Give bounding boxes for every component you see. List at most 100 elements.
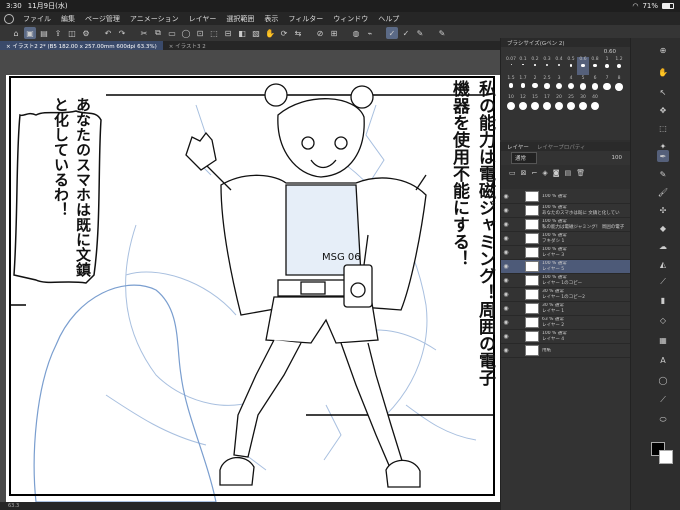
layer-row[interactable]: ◉ 100 % 通常 フキダシ 1 <box>501 232 631 246</box>
brush-size-option[interactable]: 3 <box>553 76 565 94</box>
text-tool-icon[interactable]: A <box>657 354 669 366</box>
brush-size-option[interactable]: 30 <box>577 95 589 113</box>
invert-icon[interactable]: ◧ <box>236 27 248 39</box>
brush-size-option[interactable]: 7 <box>601 76 613 94</box>
redo-icon[interactable]: ↷ <box>116 27 128 39</box>
mask-icon[interactable]: ◙ <box>553 169 560 185</box>
brush-size-option[interactable]: 1 <box>601 57 613 75</box>
paste-icon[interactable]: ▭ <box>166 27 178 39</box>
frame-icon[interactable]: ▦ <box>657 334 669 346</box>
selection-icon[interactable]: ⬚ <box>208 27 220 39</box>
stabilizer-icon[interactable]: ◍ <box>350 27 362 39</box>
menu-layer[interactable]: レイヤー <box>184 14 222 24</box>
brush-size-option[interactable]: 0.6 <box>577 57 589 75</box>
brush-size-option[interactable]: 1.7 <box>517 76 529 94</box>
visibility-eye-icon[interactable]: ◉ <box>501 221 511 228</box>
brush-size-option[interactable]: 25 <box>565 95 577 113</box>
layer-panel-title[interactable]: レイヤー <box>507 143 529 151</box>
snap-grid-icon[interactable]: ⊞ <box>328 27 340 39</box>
ref-icon[interactable]: ◈ <box>542 169 547 185</box>
brush-size-option[interactable]: 1.2 <box>613 57 625 75</box>
layer-row[interactable]: ◉ 100 % 通常 あなたのスマホは既に 文鎮と化してい <box>501 204 631 218</box>
brush-size-option[interactable]: 8 <box>613 76 625 94</box>
brush-size-option[interactable]: 0.5 <box>565 57 577 75</box>
brush-size-option[interactable]: 20 <box>553 95 565 113</box>
menu-edit[interactable]: 編集 <box>56 14 80 24</box>
flip-icon[interactable]: ⇆ <box>292 27 304 39</box>
visibility-eye-icon[interactable]: ◉ <box>501 235 511 242</box>
airbrush-icon[interactable]: ✣ <box>657 204 669 216</box>
layer-row[interactable]: ◉ 100 % 通常 レイヤー 3 <box>501 246 631 260</box>
color-swatch[interactable] <box>651 442 673 464</box>
brush-size-option[interactable]: 1.5 <box>505 76 517 94</box>
gradient-icon[interactable]: ▮ <box>657 294 669 306</box>
eraser-mode-icon[interactable]: ✎ <box>436 27 448 39</box>
figure-icon[interactable]: ⬭ <box>657 414 669 426</box>
operation-icon[interactable]: ↖ <box>657 86 669 98</box>
visibility-eye-icon[interactable]: ◉ <box>501 291 511 298</box>
brush-size-option[interactable]: 0.3 <box>541 57 553 75</box>
fill-icon[interactable]: ▧ <box>250 27 262 39</box>
brush-size-option[interactable]: 0.8 <box>589 57 601 75</box>
tab-document-2[interactable]: × イラスト3 2 <box>163 41 212 50</box>
visibility-eye-icon[interactable]: ◉ <box>501 333 511 340</box>
visibility-eye-icon[interactable]: ◉ <box>501 277 511 284</box>
trash-icon[interactable]: 🗑 <box>576 169 585 185</box>
ruler-icon[interactable]: ◇ <box>657 314 669 326</box>
balloon-icon[interactable]: ◯ <box>657 374 669 386</box>
export-icon[interactable]: ⇪ <box>52 27 64 39</box>
brush-size-option[interactable]: 2.5 <box>541 76 553 94</box>
folder-icon[interactable]: ▤ <box>565 169 572 185</box>
zoom-icon[interactable]: ⊕ <box>657 44 669 56</box>
pen-mode-2-icon[interactable]: ✓ <box>400 27 412 39</box>
settings-icon[interactable]: ⚙ <box>80 27 92 39</box>
visibility-eye-icon[interactable]: ◉ <box>501 263 511 270</box>
layer-row[interactable]: ◉ 100 % 通常 私の能力は電磁ジャミング！ 周囲の電子 <box>501 218 631 232</box>
visibility-eye-icon[interactable]: ◉ <box>501 207 511 214</box>
menu-file[interactable]: ファイル <box>18 14 56 24</box>
lock-icon[interactable]: ⊠ <box>521 169 527 185</box>
snap-ruler-icon[interactable]: ⊘ <box>314 27 326 39</box>
menu-window[interactable]: ウィンドウ <box>328 14 373 24</box>
clear-icon[interactable]: ✂ <box>138 27 150 39</box>
app-logo-icon[interactable] <box>4 13 14 24</box>
canvas-area[interactable]: MSG 06 あなたのスマホは既に文鎮と化しているわ！ 私の能力は電磁ジャミング… <box>0 50 500 502</box>
brush-size-option[interactable]: 4 <box>565 76 577 94</box>
brush-size-option[interactable]: 2 <box>529 76 541 94</box>
layer-row[interactable]: ◉ 63 % 通常 レイヤー 2 <box>501 316 631 330</box>
new-layer-icon[interactable]: ▭ <box>509 169 516 185</box>
blend-mode-select[interactable]: 通常 <box>511 152 538 164</box>
hand-icon[interactable]: ✋ <box>264 27 276 39</box>
menu-help[interactable]: ヘルプ <box>373 14 404 24</box>
visibility-eye-icon[interactable]: ◉ <box>501 249 511 256</box>
brush-size-option[interactable]: 0.1 <box>517 57 529 75</box>
brush-size-option[interactable]: 6 <box>589 76 601 94</box>
deselect-icon[interactable]: ⊟ <box>222 27 234 39</box>
tab-document-1[interactable]: × イラスト2 2* (B5 182.00 x 257.00mm 600dpi … <box>0 41 163 50</box>
brush-size-option[interactable]: 0.07 <box>505 57 517 75</box>
pages-icon[interactable]: ▣ <box>24 27 36 39</box>
visibility-eye-icon[interactable]: ◉ <box>501 305 511 312</box>
lasso-icon[interactable]: ◯ <box>180 27 192 39</box>
home-icon[interactable]: ⌂ <box>10 27 22 39</box>
menu-selection[interactable]: 選択範囲 <box>221 14 259 24</box>
brush-size-option[interactable]: 12 <box>517 95 529 113</box>
select-tool-icon[interactable]: ⬚ <box>657 122 669 134</box>
copy-icon[interactable]: ⧉ <box>152 27 164 39</box>
correct-line-icon[interactable]: ⟋ <box>657 394 669 406</box>
new-icon[interactable]: ◫ <box>66 27 78 39</box>
transform-icon[interactable]: ⊡ <box>194 27 206 39</box>
pencil-tool-icon[interactable]: ✎ <box>657 168 669 180</box>
brush-size-value[interactable]: 0.60 <box>501 47 630 57</box>
save-icon[interactable]: ▤ <box>38 27 50 39</box>
brush-size-option[interactable]: 5 <box>577 76 589 94</box>
menu-view[interactable]: 表示 <box>259 14 283 24</box>
pen-mode-icon[interactable]: ✓ <box>386 27 398 39</box>
opacity-value[interactable]: 100 <box>612 155 623 161</box>
eyedropper-icon[interactable]: ⟋ <box>657 276 669 288</box>
vector-icon[interactable]: ⌁ <box>364 27 376 39</box>
layer-row[interactable]: ◉ 30 % 通常 レイヤー 1のコピー2 <box>501 288 631 302</box>
undo-icon[interactable]: ↶ <box>102 27 114 39</box>
brush-size-option[interactable]: 15 <box>529 95 541 113</box>
fill-tool-icon[interactable]: ◭ <box>657 258 669 270</box>
